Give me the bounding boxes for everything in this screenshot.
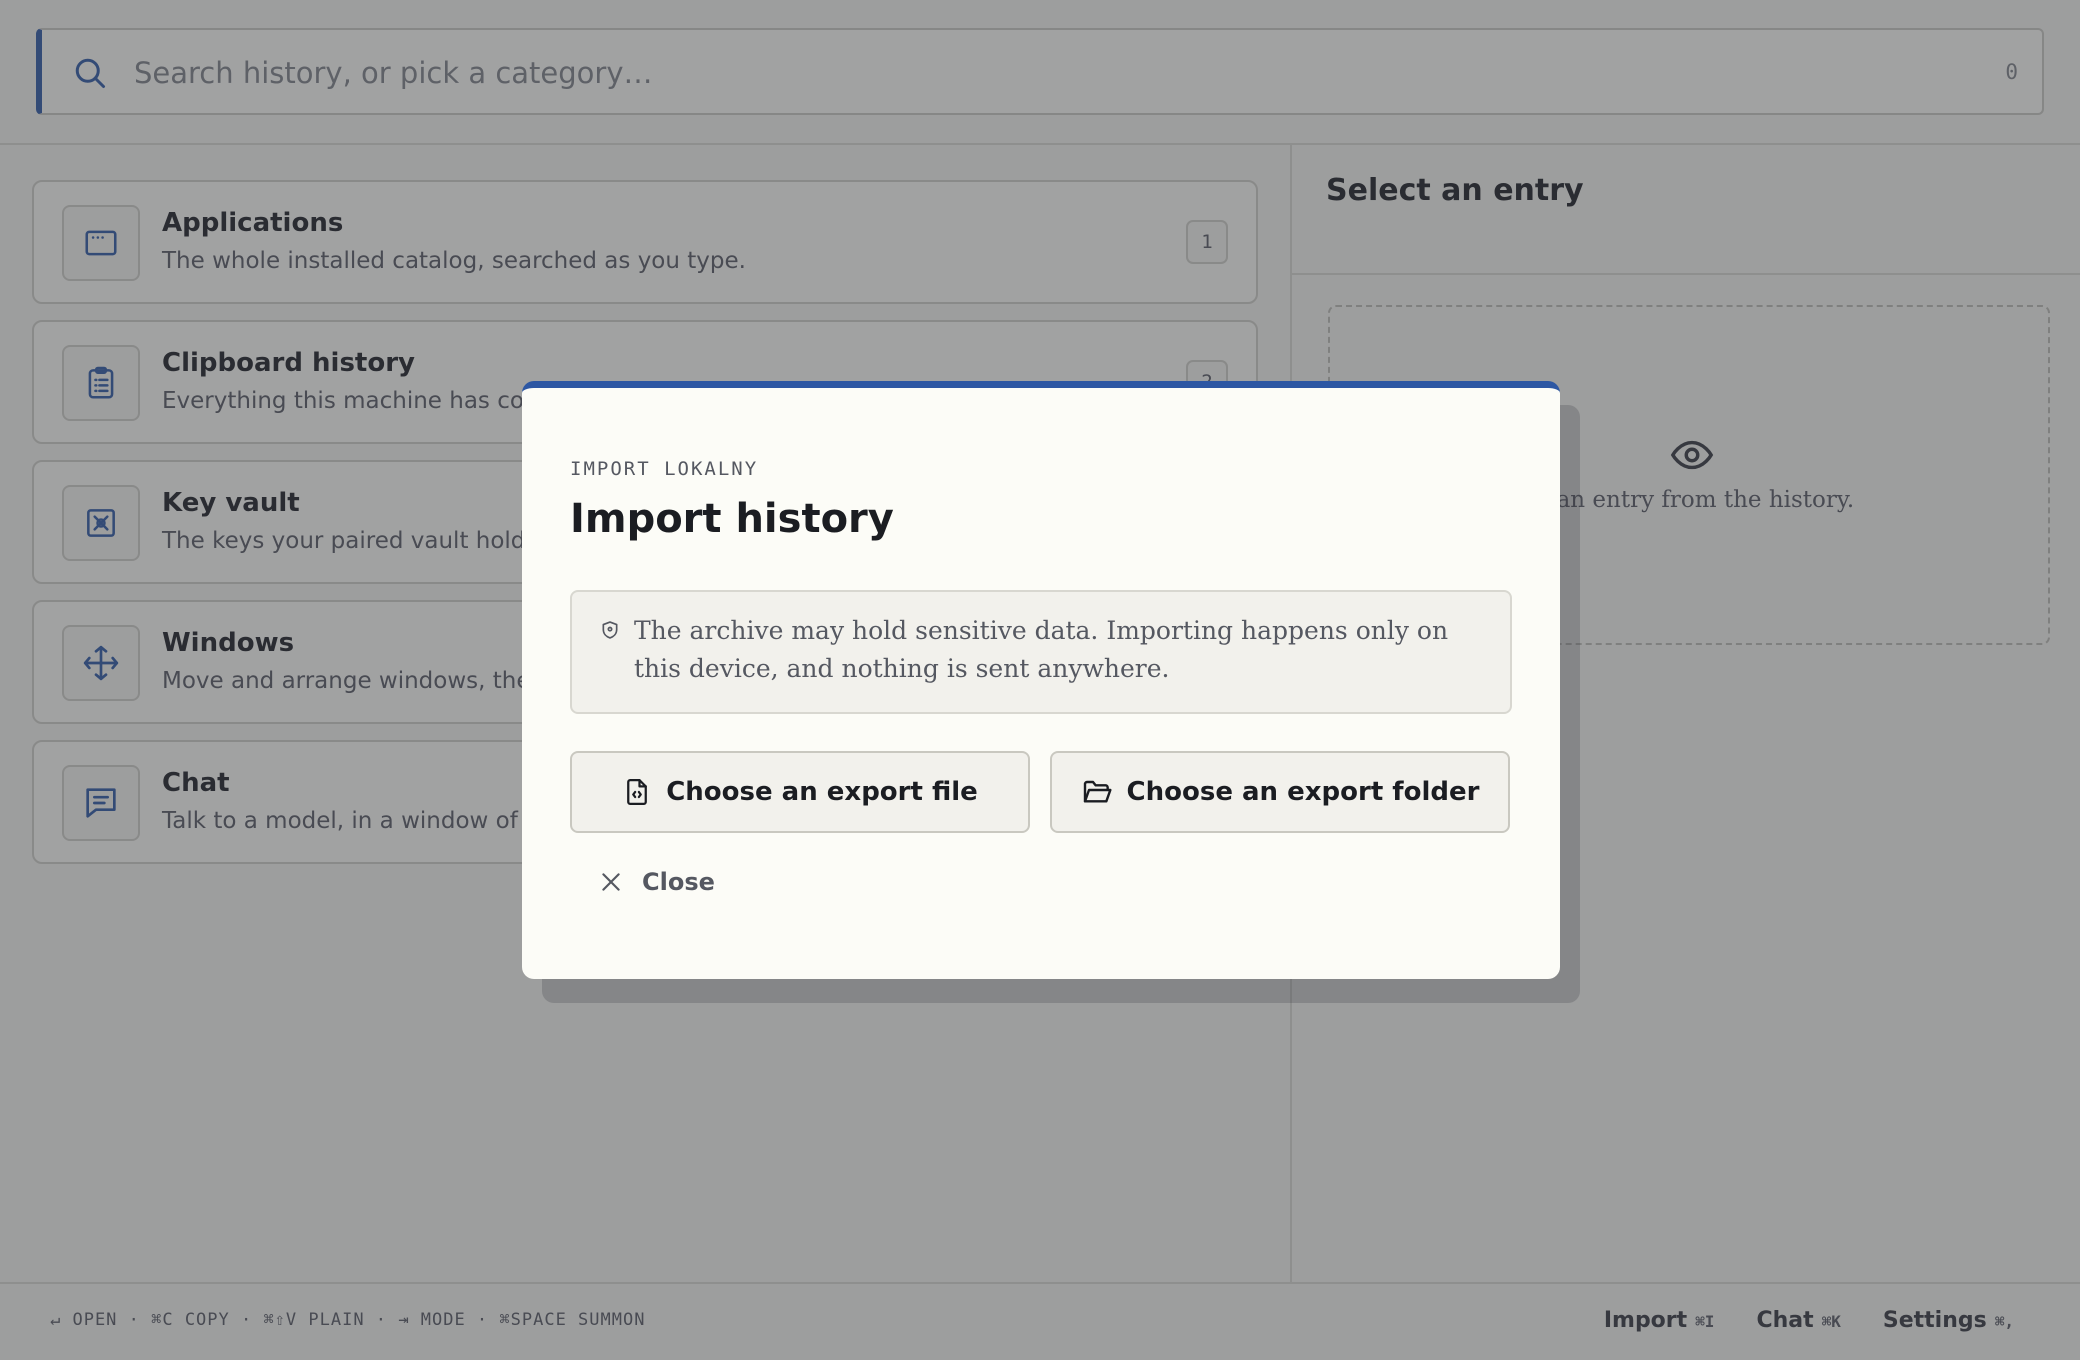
choose-file-button[interactable]: Choose an export file — [570, 751, 1030, 833]
close-button[interactable]: Close — [598, 868, 715, 896]
file-code-icon — [622, 777, 652, 807]
choose-folder-button[interactable]: Choose an export folder — [1050, 751, 1510, 833]
dialog-eyebrow: IMPORT LOKALNY — [570, 458, 759, 480]
folder-open-icon — [1081, 776, 1113, 808]
shield-icon — [600, 620, 620, 640]
choose-file-label: Choose an export file — [666, 777, 978, 807]
privacy-notice: The archive may hold sensitive data. Imp… — [570, 590, 1512, 714]
dialog-title: Import history — [570, 496, 894, 542]
choose-folder-label: Choose an export folder — [1126, 777, 1480, 807]
close-icon — [598, 869, 624, 895]
close-label: Close — [642, 868, 715, 896]
import-dialog: IMPORT LOKALNY Import history The archiv… — [522, 381, 1560, 979]
notice-text: The archive may hold sensitive data. Imp… — [634, 616, 1449, 683]
